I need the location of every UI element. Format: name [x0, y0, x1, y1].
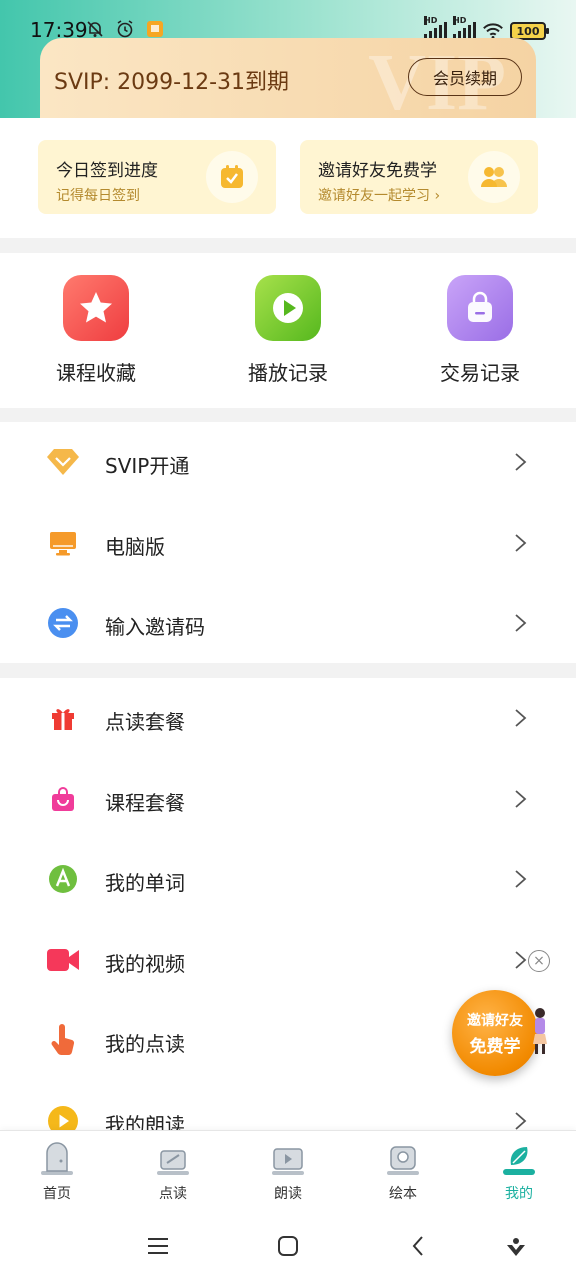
invite-card[interactable]: 邀请好友免费学 邀请好友一起学习 ›: [300, 140, 538, 214]
home-icon: [36, 1141, 78, 1177]
gift-icon: [46, 702, 80, 734]
menu-label: 我的视频: [105, 951, 185, 976]
invite-title: 邀请好友免费学: [318, 161, 437, 181]
menu-label: 我的朗读: [105, 1112, 185, 1131]
shortcut-transactions[interactable]: 交易记录: [410, 275, 550, 386]
chevron-right-icon: [515, 709, 527, 727]
menu-label: 我的单词: [105, 871, 185, 895]
nav-home[interactable]: 首页: [12, 1141, 102, 1203]
shortcut-label: 播放记录: [248, 361, 328, 385]
menu-label: 我的点读: [105, 1032, 185, 1056]
diamond-icon: [46, 446, 80, 478]
shortcut-favorites[interactable]: 课程收藏: [26, 275, 166, 386]
menu-label: SVIP开通: [105, 454, 190, 478]
video-play-icon: [267, 1141, 309, 1177]
chevron-right-icon: [515, 533, 527, 552]
vip-expiry-text: SVIP: 2099-12-31到期: [54, 70, 290, 95]
play-icon: [255, 275, 321, 341]
menu-label: 课程套餐: [105, 790, 185, 815]
chevron-right-icon: [515, 614, 527, 632]
menu-label: 输入邀请码: [105, 615, 205, 639]
header: 17:39 HD HD 100 VIP SVIP: 2099-12-31到期 会…: [0, 0, 576, 118]
checkin-card[interactable]: 今日签到进度 记得每日签到: [38, 140, 276, 214]
menu-label: 点读套餐: [105, 710, 185, 734]
nav-label: 朗读: [274, 1186, 302, 1202]
chevron-right-icon: [515, 870, 527, 888]
swap-icon: [46, 607, 80, 639]
bag-icon: [447, 275, 513, 341]
mute-bell-icon: [84, 18, 106, 40]
profile-icon: [498, 1141, 540, 1177]
chevron-right-icon: [515, 453, 527, 471]
nav-label: 点读: [159, 1186, 187, 1202]
menu-item-invite-code[interactable]: 输入邀请码: [0, 583, 576, 664]
shopping-bag-icon: [46, 783, 80, 815]
invite-float-line2: 免费学: [469, 1036, 521, 1057]
menu-item-my-read-aloud[interactable]: 我的朗读: [0, 1081, 576, 1131]
monitor-icon: [46, 527, 80, 559]
nav-label: 首页: [43, 1186, 71, 1202]
menu-item-my-videos[interactable]: 我的视频: [0, 920, 576, 1001]
picture-book-icon: [382, 1141, 424, 1177]
menu-item-desktop[interactable]: 电脑版: [0, 503, 576, 584]
renew-button[interactable]: 会员续期: [408, 58, 522, 96]
alarm-icon: [114, 18, 136, 40]
home-square-icon[interactable]: [274, 1232, 302, 1260]
assistant-icon[interactable]: [502, 1232, 530, 1260]
invite-subtitle: 邀请好友一起学习 ›: [318, 188, 441, 204]
close-float-button[interactable]: ×: [528, 950, 550, 972]
shortcut-grid: 课程收藏 播放记录 交易记录: [0, 253, 576, 408]
nav-profile[interactable]: 我的: [474, 1141, 564, 1203]
checkin-title: 今日签到进度: [56, 161, 158, 181]
invite-float-line1: 邀请好友: [467, 1012, 523, 1029]
back-icon[interactable]: [404, 1232, 432, 1260]
girl-figure-icon: [533, 1008, 547, 1054]
system-nav-bar: [0, 1210, 576, 1280]
read-icon: [152, 1141, 194, 1177]
video-camera-icon: [46, 944, 80, 976]
shortcut-history[interactable]: 播放记录: [218, 275, 358, 386]
star-icon: [63, 275, 129, 341]
nav-read[interactable]: 点读: [128, 1141, 218, 1203]
invite-float-badge[interactable]: 邀请好友 免费学: [452, 990, 538, 1076]
nav-picture-book[interactable]: 绘本: [358, 1141, 448, 1203]
vip-card: VIP SVIP: 2099-12-31到期 会员续期: [40, 38, 536, 118]
nav-label: 绘本: [389, 1186, 417, 1202]
shortcut-label: 课程收藏: [56, 361, 136, 385]
notification-app-icon: [144, 18, 166, 40]
friends-icon: [468, 151, 520, 203]
chevron-right-icon: [515, 950, 527, 969]
promo-cards: 今日签到进度 记得每日签到 邀请好友免费学 邀请好友一起学习 ›: [0, 118, 576, 238]
menu-item-my-words[interactable]: 我的单词: [0, 839, 576, 920]
chevron-right-icon: [515, 789, 527, 808]
tap-hand-icon: [46, 1024, 80, 1056]
menu-section-account: SVIP开通 电脑版 输入邀请码: [0, 422, 576, 663]
menu-item-svip[interactable]: SVIP开通: [0, 422, 576, 503]
menu-icon[interactable]: [144, 1232, 172, 1260]
checkin-subtitle: 记得每日签到: [56, 188, 140, 204]
calendar-check-icon: [206, 151, 258, 203]
chevron-right-icon: [515, 1111, 527, 1130]
nav-read-aloud[interactable]: 朗读: [243, 1141, 333, 1203]
menu-label: 电脑版: [105, 534, 165, 559]
menu-item-reading-package[interactable]: 点读套餐: [0, 678, 576, 759]
letter-a-icon: [46, 863, 80, 895]
bottom-nav: 首页 点读 朗读 绘本 我的: [0, 1130, 576, 1210]
nav-label: 我的: [505, 1186, 533, 1202]
menu-item-course-package[interactable]: 课程套餐: [0, 759, 576, 840]
play-circle-icon: [46, 1105, 80, 1130]
shortcut-label: 交易记录: [440, 361, 520, 385]
